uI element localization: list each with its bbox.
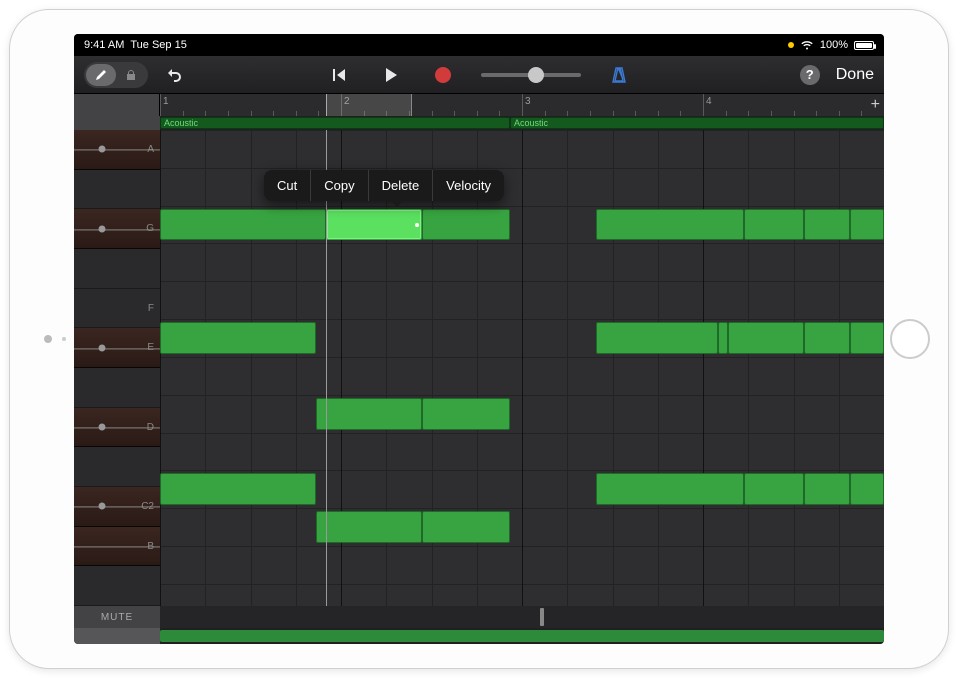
midi-note[interactable]	[804, 473, 850, 505]
record-button[interactable]	[429, 61, 457, 89]
bar-number: 4	[706, 96, 712, 107]
undo-button[interactable]	[160, 61, 188, 89]
ctx-delete[interactable]: Delete	[369, 170, 434, 201]
midi-note[interactable]	[804, 209, 850, 241]
key-row	[74, 249, 160, 289]
midi-note[interactable]	[744, 473, 804, 505]
transport-controls	[325, 61, 633, 89]
key-row: D	[74, 408, 160, 448]
help-button[interactable]: ?	[800, 65, 820, 85]
note-keys: AG F ED C2B	[74, 130, 160, 606]
location-indicator-icon	[788, 42, 794, 48]
bar-number: 1	[163, 96, 169, 107]
add-button[interactable]: +	[871, 96, 880, 114]
midi-note[interactable]	[596, 322, 718, 354]
midi-note[interactable]	[160, 322, 316, 354]
lock-icon[interactable]	[116, 64, 146, 86]
mute-label[interactable]: MUTE	[74, 606, 160, 628]
key-row	[74, 368, 160, 408]
mute-playhead[interactable]	[540, 608, 544, 626]
midi-note[interactable]	[316, 398, 422, 430]
key-row: F	[74, 289, 160, 329]
key-row: G	[74, 209, 160, 249]
ctx-velocity[interactable]: Velocity	[433, 170, 504, 201]
overview-gutter	[74, 628, 160, 644]
midi-note[interactable]	[728, 322, 804, 354]
piano-roll: AG F ED C2B Cut Copy Delete Velocity	[74, 130, 884, 606]
midi-note[interactable]	[326, 209, 422, 241]
status-date: Tue Sep 15	[130, 39, 186, 51]
context-menu: Cut Copy Delete Velocity	[264, 170, 504, 201]
toolbar: ? Done	[74, 56, 884, 94]
region-track[interactable]: AcousticAcoustic	[160, 116, 884, 130]
region-gutter	[74, 116, 160, 130]
midi-note[interactable]	[718, 322, 728, 354]
midi-note[interactable]	[804, 322, 850, 354]
edit-mode-toggle[interactable]	[84, 62, 148, 88]
app-screen: 9:41 AM Tue Sep 15 100%	[74, 34, 884, 644]
midi-note[interactable]	[160, 473, 316, 505]
midi-region[interactable]: Acoustic	[510, 117, 884, 129]
mute-row: MUTE	[74, 606, 884, 628]
midi-note[interactable]	[744, 209, 804, 241]
region-header-row: AcousticAcoustic	[74, 116, 884, 130]
key-row	[74, 566, 160, 606]
playhead-line	[326, 130, 327, 606]
key-row: E	[74, 328, 160, 368]
key-row: B	[74, 527, 160, 567]
overview-row	[74, 628, 884, 644]
midi-note[interactable]	[422, 209, 510, 241]
midi-region[interactable]: Acoustic	[160, 117, 510, 129]
midi-note[interactable]	[422, 511, 510, 543]
ruler-gutter	[74, 94, 160, 116]
midi-note[interactable]	[850, 322, 884, 354]
note-label: F	[148, 303, 154, 314]
metronome-button[interactable]	[605, 61, 633, 89]
timeline-ruler[interactable]: + 1234	[160, 94, 884, 116]
key-row: C2	[74, 487, 160, 527]
overview-track[interactable]	[160, 628, 884, 644]
draw-mode-icon[interactable]	[86, 64, 116, 86]
playhead-range[interactable]	[326, 94, 412, 116]
ctx-copy[interactable]: Copy	[311, 170, 368, 201]
status-bar: 9:41 AM Tue Sep 15 100%	[74, 34, 884, 56]
volume-slider[interactable]	[481, 61, 581, 89]
ruler-row: + 1234	[74, 94, 884, 116]
overview-region[interactable]	[160, 630, 884, 642]
wifi-icon	[800, 40, 814, 50]
bar-number: 3	[525, 96, 531, 107]
key-row	[74, 170, 160, 210]
play-button[interactable]	[377, 61, 405, 89]
midi-note[interactable]	[596, 473, 744, 505]
midi-note[interactable]	[160, 209, 326, 241]
midi-note[interactable]	[850, 209, 884, 241]
ipad-frame: 9:41 AM Tue Sep 15 100%	[9, 9, 949, 669]
midi-note[interactable]	[850, 473, 884, 505]
key-row	[74, 447, 160, 487]
mute-track[interactable]	[160, 606, 884, 628]
midi-note[interactable]	[422, 398, 510, 430]
midi-note[interactable]	[316, 511, 422, 543]
battery-icon	[854, 41, 874, 50]
camera-dot	[44, 335, 52, 343]
midi-note[interactable]	[596, 209, 744, 241]
rewind-button[interactable]	[325, 61, 353, 89]
status-time: 9:41 AM	[84, 39, 124, 51]
done-button[interactable]: Done	[836, 66, 874, 84]
ctx-cut[interactable]: Cut	[264, 170, 311, 201]
battery-percentage: 100%	[820, 39, 848, 51]
note-grid[interactable]: Cut Copy Delete Velocity	[160, 130, 884, 606]
key-row: A	[74, 130, 160, 170]
home-button[interactable]	[890, 319, 930, 359]
